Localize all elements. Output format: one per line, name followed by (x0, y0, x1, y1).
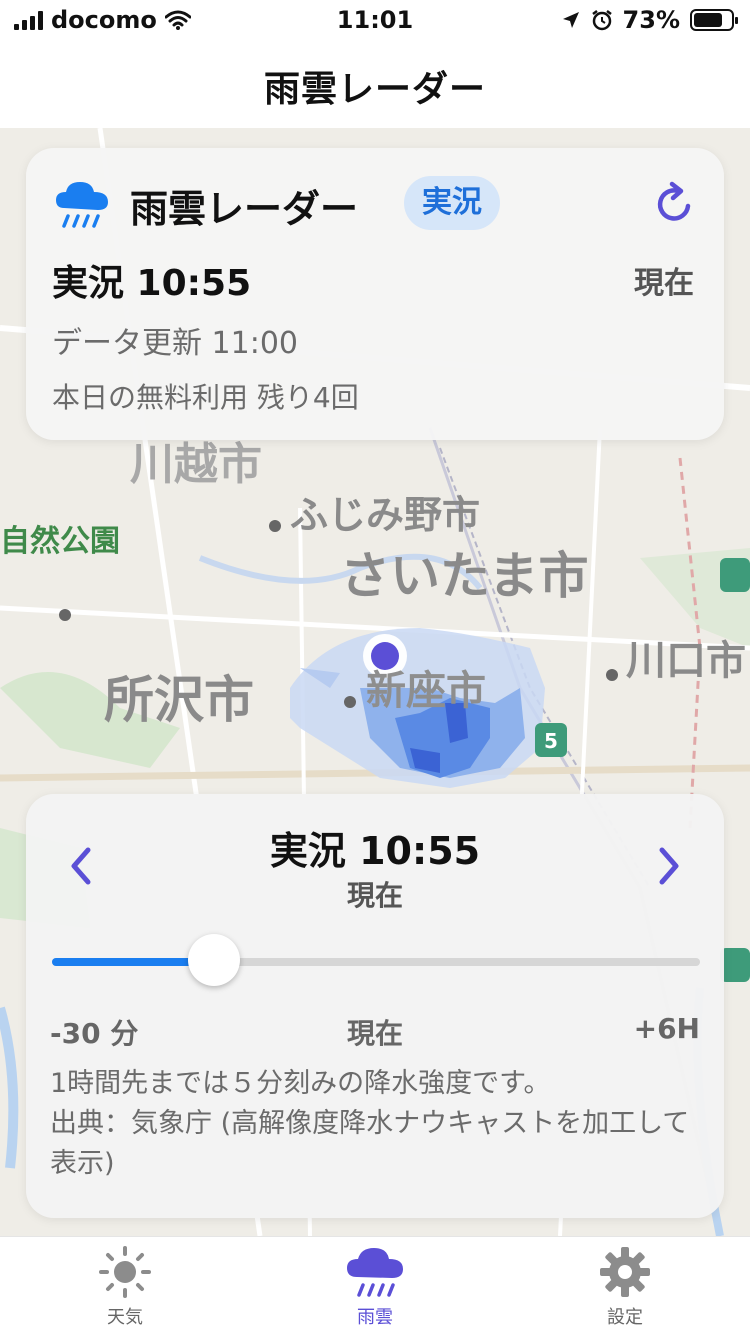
tab-weather[interactable]: 天気 (0, 1245, 250, 1335)
sun-icon (99, 1246, 151, 1298)
now-label: 現在 (634, 266, 694, 301)
card-title: 雨雲レーダー (130, 187, 359, 231)
refresh-icon[interactable] (650, 180, 698, 228)
nav-bar: 雨雲レーダー (0, 44, 750, 128)
svg-text:5: 5 (544, 729, 558, 753)
tab-rain-radar[interactable]: 雨雲 (250, 1245, 500, 1335)
map-label-fujimino: ふじみ野市 (290, 493, 481, 537)
tab-settings[interactable]: 設定 (500, 1245, 750, 1335)
map-label-niiza: 新座市 (366, 668, 486, 714)
timeline-card: 実況 10:55 現在 -30 分 現在 +6H 1時間先までは５分刻みの降水強… (26, 794, 724, 1218)
map-label-saitama: さいたま市 (340, 547, 589, 605)
timeline-time: 実況 10:55 (269, 829, 481, 873)
rain-cloud-icon (347, 1248, 403, 1297)
observation-time: 実況 10:55 (52, 263, 252, 304)
time-slider-thumb[interactable] (188, 934, 240, 986)
status-bar: docomo 11:01 73% (0, 0, 750, 44)
tab-rain-radar-label: 雨雲 (357, 1307, 393, 1328)
status-badge: 実況 (404, 176, 500, 230)
rain-cloud-icon (56, 182, 108, 228)
map-label-kawaguchi: 川口市 (626, 638, 746, 684)
radar-info-card: 雨雲レーダー 実況 実況 10:55 現在 データ更新 11:00 本日の無料利… (26, 148, 724, 440)
tab-bar: 天気 雨雲 設定 (0, 1236, 750, 1335)
page-title: 雨雲レーダー (263, 69, 486, 110)
tab-settings-label: 設定 (607, 1307, 643, 1328)
slider-label-end: +6H (633, 1012, 700, 1045)
data-updated: データ更新 11:00 (52, 326, 298, 361)
location-arrow-icon (562, 12, 579, 28)
slider-label-now: 現在 (346, 1017, 403, 1050)
battery-percent: 73% (622, 6, 680, 34)
status-right: 73% (561, 6, 738, 34)
timeline-now-label: 現在 (346, 879, 403, 912)
source-note: 1時間先までは５分刻みの降水強度です。 出典：気象庁 (高解像度降水ナウキャスト… (50, 1068, 690, 1179)
map-label-tokorozawa: 所沢市 (104, 671, 254, 729)
time-slider-track[interactable] (52, 958, 700, 966)
next-arrow-icon[interactable] (648, 846, 688, 886)
free-usage-remaining: 本日の無料利用 残り4回 (52, 381, 359, 414)
battery-icon (690, 9, 738, 31)
gear-icon (600, 1247, 650, 1297)
tab-weather-label: 天気 (107, 1307, 143, 1328)
map-label-shizenkoen: 自然公園 (0, 524, 120, 559)
alarm-icon (591, 10, 612, 31)
